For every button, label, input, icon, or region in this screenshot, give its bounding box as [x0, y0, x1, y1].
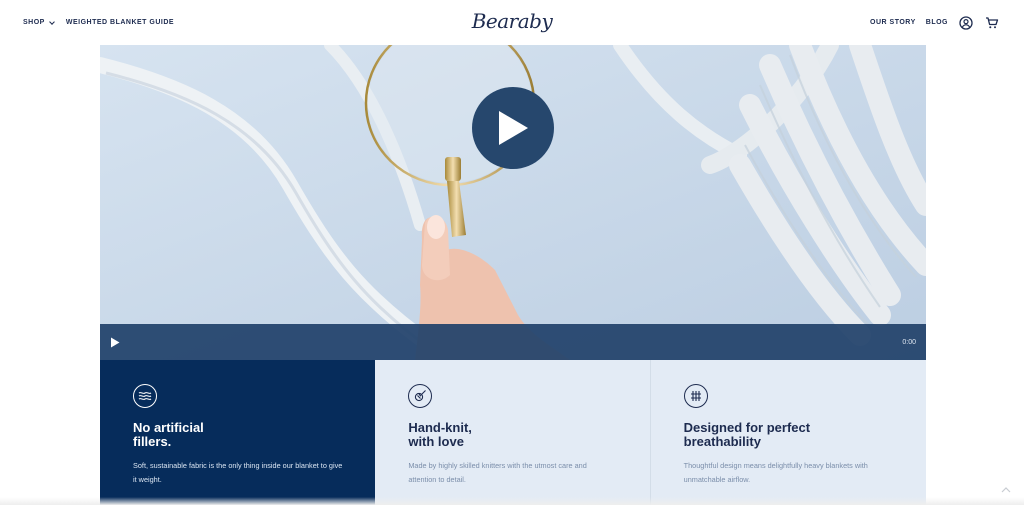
features-section: No artificial fillers. Soft, sustainable…	[100, 360, 926, 505]
video-control-play-button[interactable]	[110, 336, 122, 348]
feature-card-no-fillers: No artificial fillers. Soft, sustainable…	[100, 360, 376, 505]
feature-title: No artificial fillers.	[133, 420, 204, 449]
video-controls: 0:00	[100, 324, 926, 360]
video-time: 0:00	[902, 338, 916, 346]
feature-title: Hand-knit, with love	[408, 420, 472, 449]
nav-blog[interactable]: BLOG	[926, 19, 948, 26]
play-icon	[111, 337, 120, 347]
site-header: SHOP WEIGHTED BLANKET GUIDE Bearaby OUR …	[0, 0, 1024, 45]
nav-blog-label: BLOG	[925, 19, 948, 26]
feature-card-breathability: Designed for perfect breathability Thoug…	[650, 360, 926, 505]
video-play-button[interactable]	[472, 87, 554, 169]
footer-shadow	[0, 497, 1024, 505]
nav-left: SHOP WEIGHTED BLANKET GUIDE	[23, 18, 174, 26]
feature-description: Thoughtful design means delightfully hea…	[683, 461, 868, 484]
feature-description: Soft, sustainable fabric is the only thi…	[133, 461, 343, 484]
grid-breathable-icon	[683, 384, 708, 408]
scroll-to-top-chevron-icon[interactable]	[1000, 482, 1012, 493]
brand-logo[interactable]: Bearaby	[472, 9, 553, 33]
nav-our-story[interactable]: OUR STORY	[870, 19, 916, 26]
feature-description: Made by highly skilled knitters with the…	[408, 461, 587, 484]
feature-title: Designed for perfect breathability	[683, 420, 811, 449]
nav-guide-label: WEIGHTED BLANKET GUIDE	[65, 19, 175, 26]
nav-shop[interactable]: SHOP	[23, 18, 55, 26]
nav-right: OUR STORY BLOG	[870, 15, 1000, 31]
play-icon	[499, 111, 528, 145]
waves-icon	[133, 384, 157, 408]
nav-weighted-blanket-guide[interactable]: WEIGHTED BLANKET GUIDE	[66, 19, 174, 26]
feature-card-hand-knit: Hand-knit, with love Made by highly skil…	[375, 360, 651, 505]
product-video[interactable]: 0:00	[100, 45, 926, 360]
nav-shop-label: SHOP	[23, 19, 45, 26]
nav-our-story-label: OUR STORY	[870, 19, 916, 26]
cart-icon[interactable]	[984, 15, 1000, 31]
knit-needle-icon	[408, 384, 433, 408]
chevron-down-icon	[49, 18, 55, 25]
account-icon[interactable]	[958, 15, 974, 31]
